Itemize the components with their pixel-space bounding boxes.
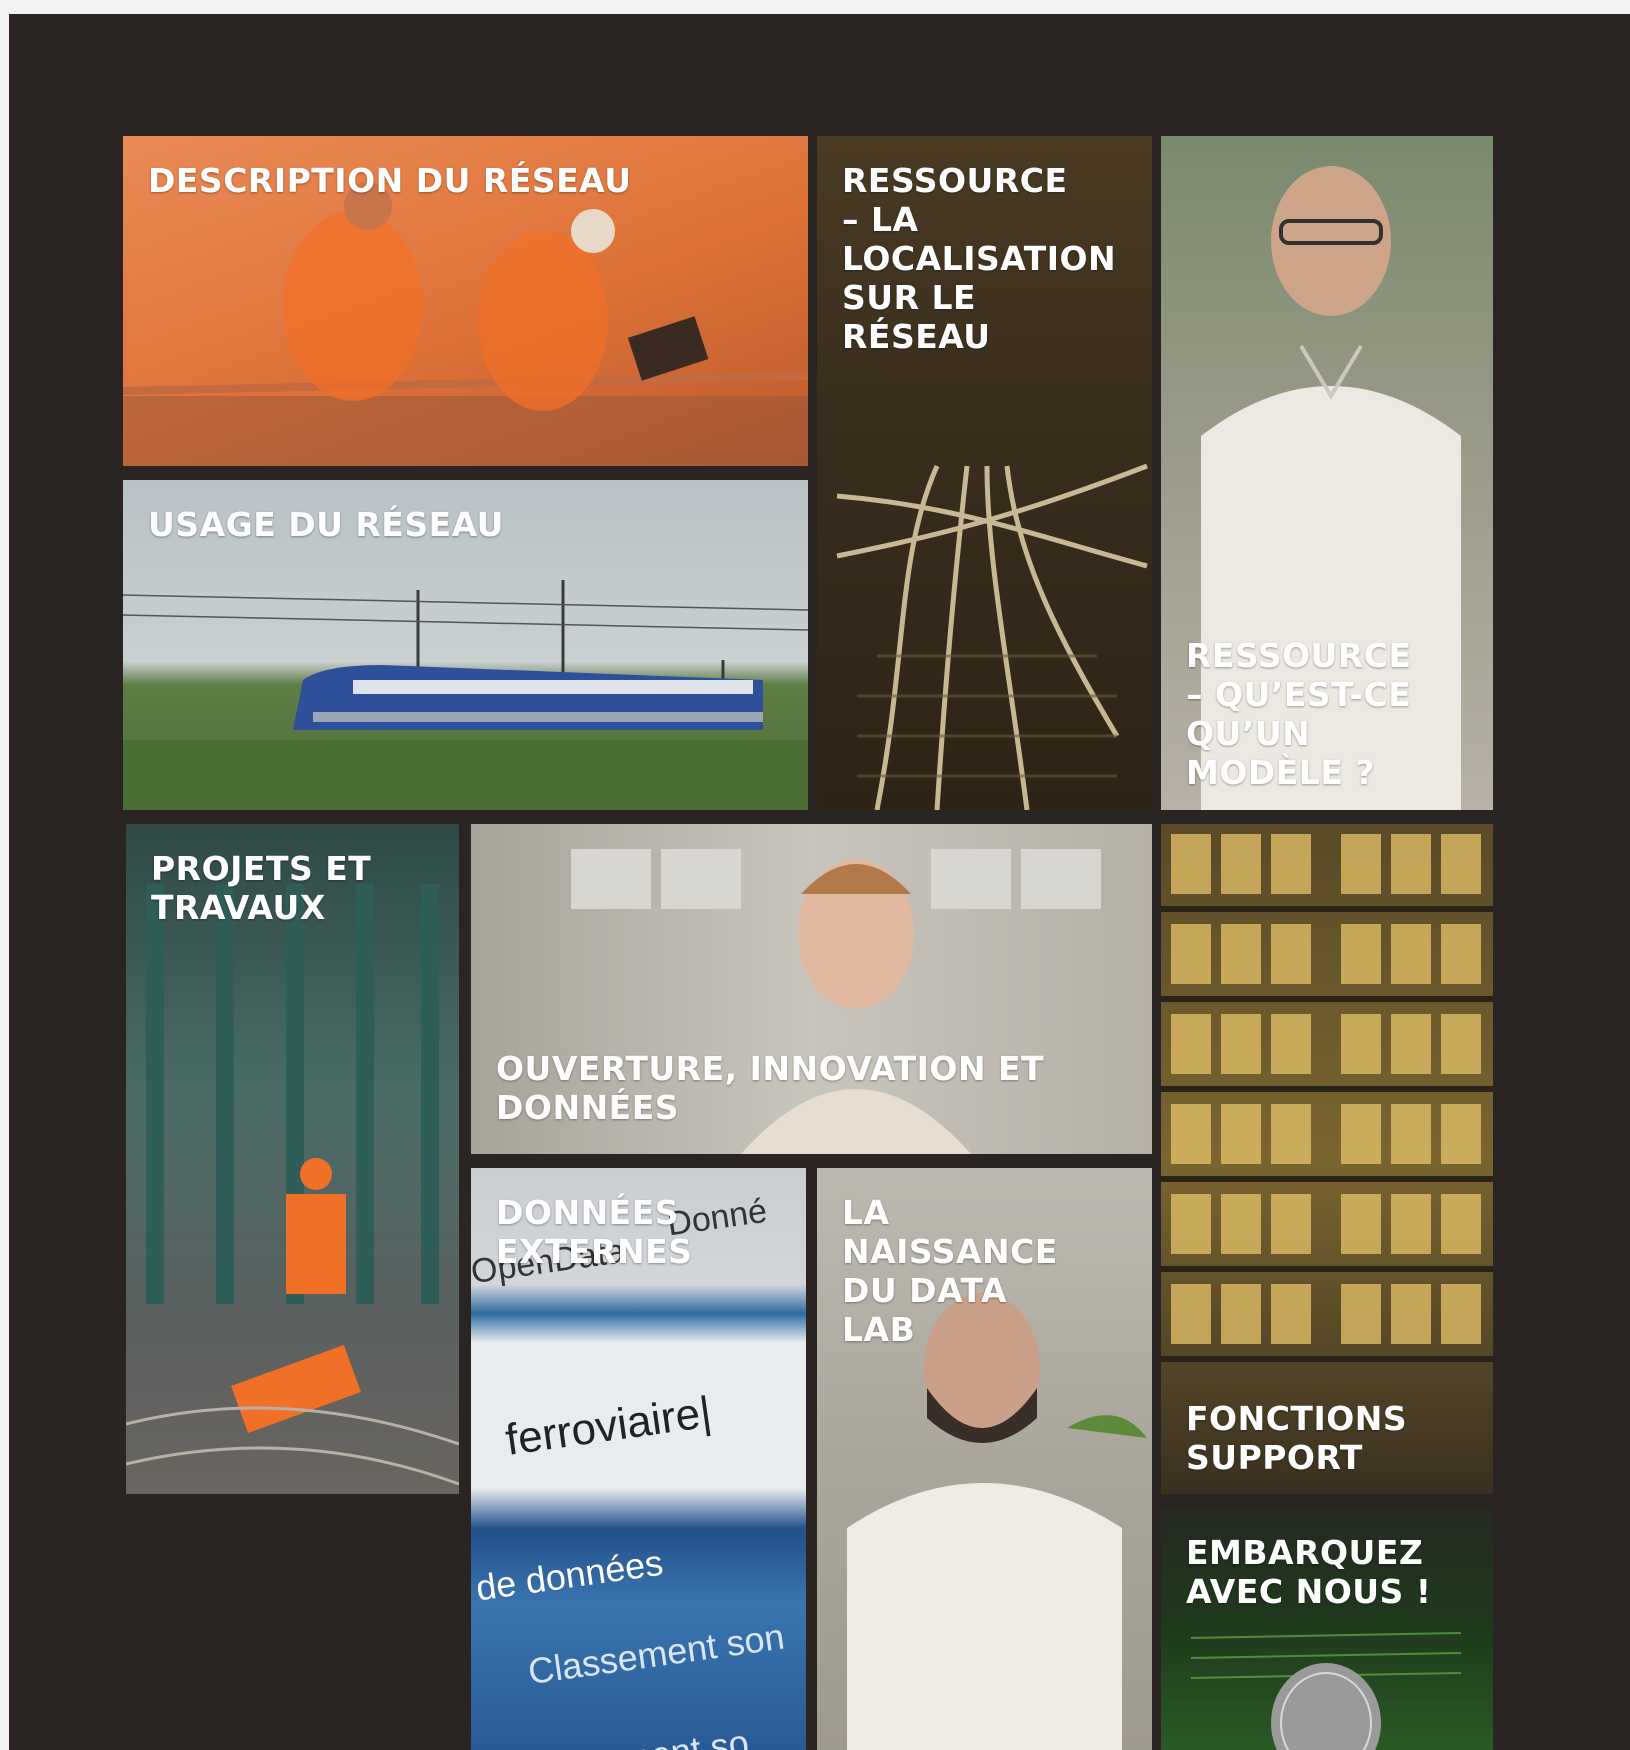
tile-label: OUVERTURE, INNOVATION ET DONNÉES	[496, 1049, 1045, 1127]
tile-label: FONCTIONS SUPPORT	[1186, 1399, 1408, 1477]
tile-usage-du-reseau[interactable]: USAGE DU RÉSEAU	[123, 480, 808, 810]
tile-label: EMBARQUEZ AVEC NOUS !	[1186, 1533, 1432, 1611]
tile-description-du-reseau[interactable]: DESCRIPTION DU RÉSEAU	[123, 136, 808, 466]
tile-label: DESCRIPTION DU RÉSEAU	[148, 161, 632, 200]
tile-localisation-sur-le-reseau[interactable]: RESSOURCE – LA LOCALISATION SUR LE RÉSEA…	[817, 136, 1152, 810]
tile-donnees-externes[interactable]: l'OpenData Donné ferroviaire| de données…	[471, 1168, 806, 1750]
tile-ouverture-innovation-donnees[interactable]: OUVERTURE, INNOVATION ET DONNÉES	[471, 824, 1152, 1154]
tile-label: RESSOURCE – LA LOCALISATION SUR LE RÉSEA…	[842, 161, 1117, 356]
photo-text-classement-1: Classement son	[526, 1616, 787, 1693]
tile-label: LA NAISSANCE DU DATA LAB	[842, 1193, 1058, 1349]
building-illustration	[1161, 834, 1493, 1362]
tile-quest-ce-quun-modele[interactable]: RESSOURCE – QU’EST-CE QU’UN MODÈLE ?	[1161, 136, 1493, 810]
photo-text-classement-2: Classement so	[510, 1722, 751, 1750]
tile-naissance-du-data-lab[interactable]: LA NAISSANCE DU DATA LAB	[817, 1168, 1152, 1750]
mosaic-frame: DESCRIPTION DU RÉSEAU RESSOURCE – LA LOC…	[9, 14, 1630, 1750]
tile-label: USAGE DU RÉSEAU	[148, 505, 504, 544]
tile-projets-et-travaux[interactable]: PROJETS ET TRAVAUX	[126, 824, 459, 1494]
tile-fonctions-support[interactable]: FONCTIONS SUPPORT	[1161, 824, 1493, 1494]
tile-embarquez-avec-nous[interactable]: EMBARQUEZ AVEC NOUS !	[1161, 1508, 1493, 1750]
tile-label: RESSOURCE – QU’EST-CE QU’UN MODÈLE ?	[1186, 636, 1412, 792]
photo-text-search-word: ferroviaire|	[503, 1388, 715, 1465]
tile-label: DONNÉES EXTERNES	[496, 1193, 693, 1271]
photo-text-de-donnees: de données	[473, 1542, 665, 1609]
tile-label: PROJETS ET TRAVAUX	[151, 849, 372, 927]
